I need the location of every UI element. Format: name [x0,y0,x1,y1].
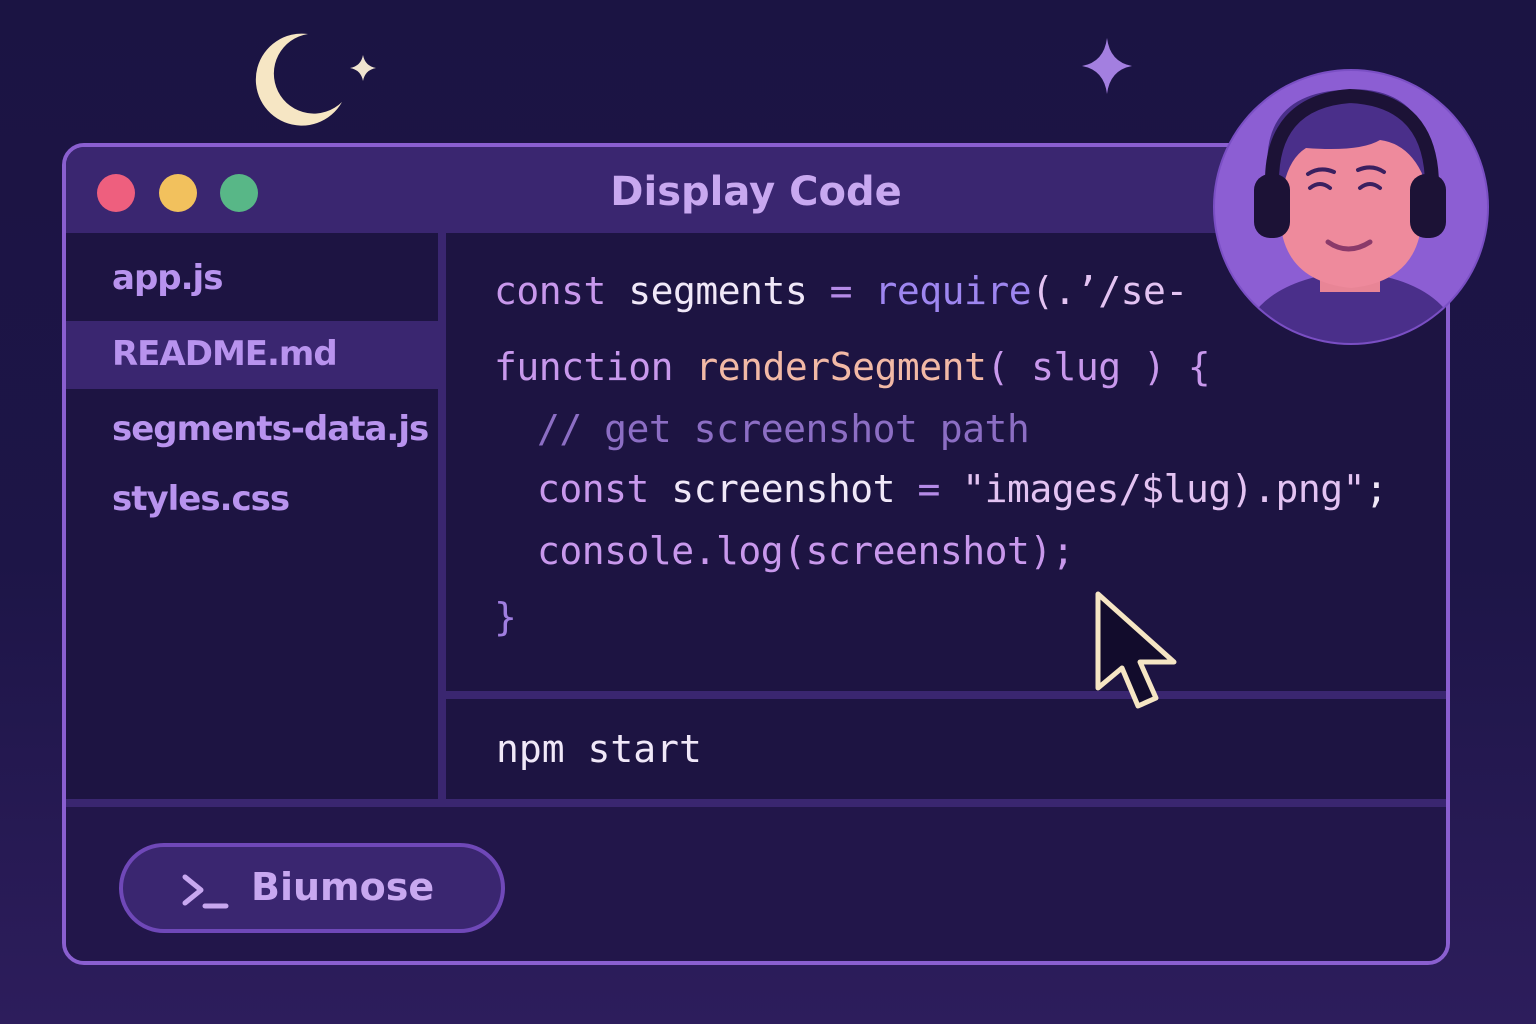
code-line: function renderSegment( slug ) { [494,345,1211,389]
sparkle-star-icon [1082,38,1132,94]
code-line: } [494,595,517,639]
code-comment: // get screenshot path [537,407,1030,451]
panel-divider [66,799,1446,807]
sparkle-star-icon [350,55,376,81]
headphones-user-avatar [1213,69,1489,345]
file-item-readme[interactable]: README.md [66,321,438,389]
crescent-moon-icon [255,33,342,126]
code-line: const screenshot = "images/$lug).png"; [537,467,1388,511]
file-item-segments-data[interactable]: segments-data.js [66,396,438,464]
file-item-styles-css[interactable]: styles.css [66,466,438,534]
editor-divider [446,691,1446,699]
bottom-toolbar: Biumose [66,807,1446,961]
code-line: const segments = require(.’/se- [494,269,1188,313]
file-item-app-js[interactable]: app.js [66,245,438,313]
file-sidebar: app.js README.md segments-data.js styles… [66,233,446,799]
code-line: console.log(screenshot); [537,529,1075,573]
mouse-pointer-icon [1095,591,1177,709]
terminal-prompt-icon [182,874,229,909]
run-button-label: Biumose [251,865,435,909]
run-button[interactable]: Biumose [119,843,505,933]
terminal-command: npm start [496,727,702,771]
terminal-panel[interactable]: npm start [446,699,1446,799]
